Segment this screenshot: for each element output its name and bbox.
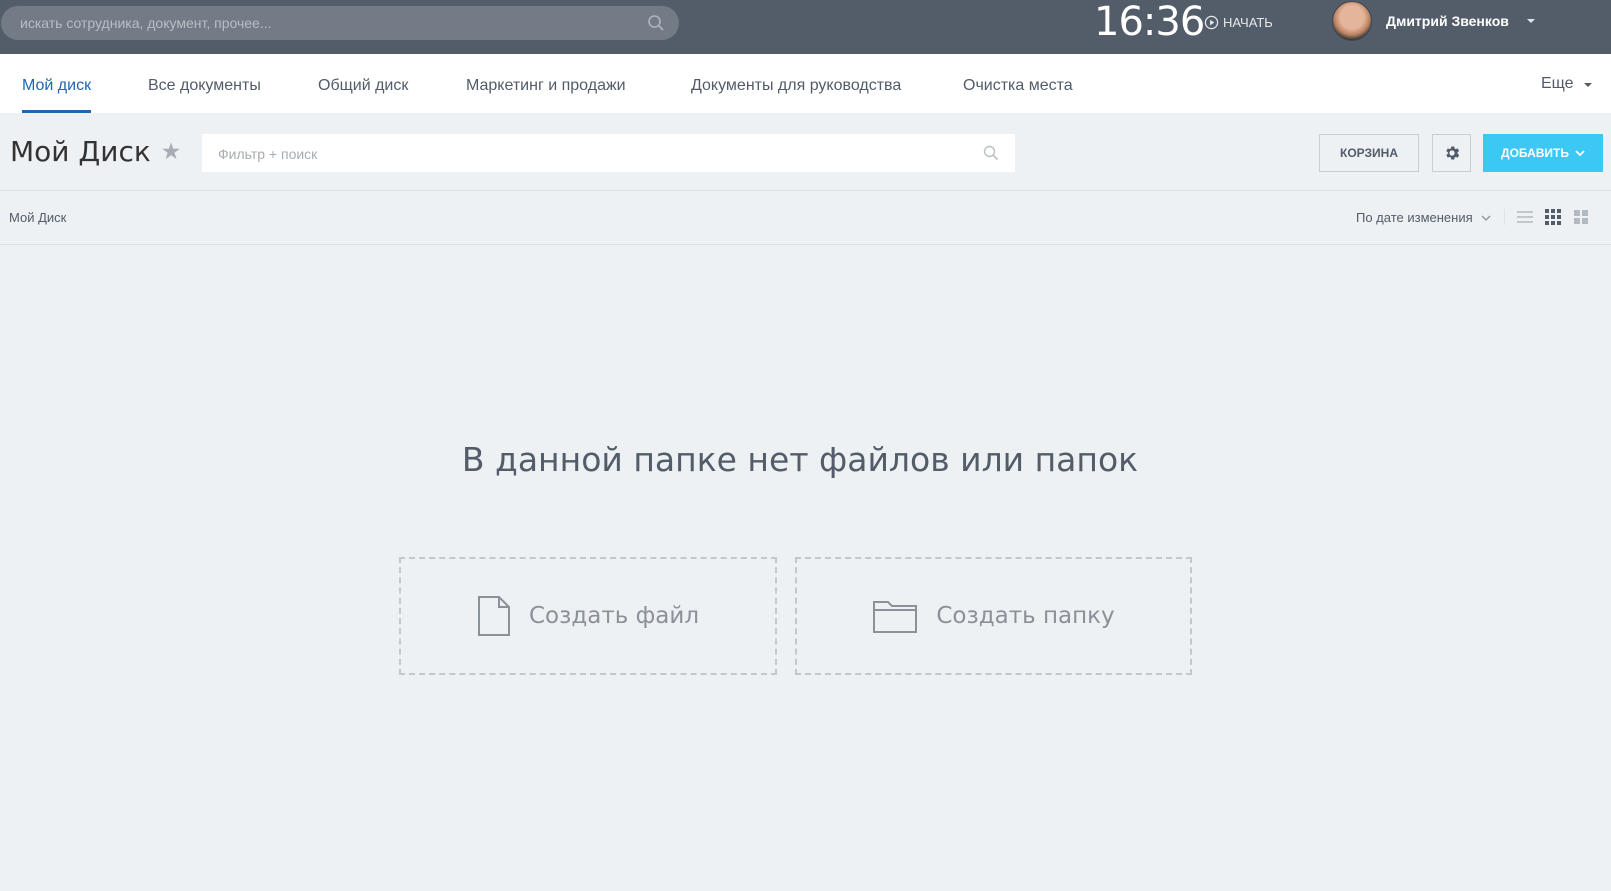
create-folder-label: Создать папку (936, 603, 1115, 629)
disk-tabs: Мой диск Все документы Общий диск Маркет… (0, 54, 1611, 113)
top-header: 16:36 НАЧАТЬ Дмитрий Звенков (0, 0, 1611, 54)
search-icon[interactable] (647, 14, 665, 32)
tab-cleanup[interactable]: Очистка места (963, 54, 1073, 113)
empty-folder-message: В данной папке нет файлов или папок (461, 440, 1139, 479)
tab-all-documents[interactable]: Все документы (148, 54, 261, 113)
chevron-down-icon (1481, 215, 1491, 221)
chevron-down-icon (1575, 150, 1585, 157)
create-file-label: Создать файл (528, 603, 700, 629)
user-menu[interactable]: Дмитрий Звенков (1332, 1, 1535, 41)
user-name[interactable]: Дмитрий Звенков (1386, 13, 1509, 29)
tile-view-icon[interactable] (1573, 209, 1589, 225)
tab-my-disk[interactable]: Мой диск (22, 54, 92, 113)
global-search[interactable] (1, 6, 679, 40)
list-view-icon[interactable] (1517, 209, 1533, 225)
breadcrumb-bar: Мой Диск По дате изменения (0, 190, 1611, 245)
sort-dropdown[interactable]: По дате изменения (1356, 191, 1491, 244)
add-button[interactable]: ДОБАВИТЬ (1483, 134, 1603, 172)
caret-down-icon[interactable] (1526, 19, 1535, 23)
tab-management-documents[interactable]: Документы для руководства (691, 54, 901, 113)
start-workday-button[interactable]: НАЧАТЬ (1204, 12, 1273, 32)
star-icon[interactable]: ★ (161, 134, 182, 170)
search-icon[interactable] (983, 145, 999, 161)
grid-view-icon[interactable] (1545, 209, 1561, 225)
breadcrumb[interactable]: Мой Диск (9, 191, 66, 244)
more-label: Еще (1541, 74, 1574, 92)
add-button-label: ДОБАВИТЬ (1501, 146, 1569, 160)
create-folder-button[interactable]: Создать папку (795, 557, 1192, 675)
more-tabs-button[interactable]: Еще (1541, 54, 1592, 113)
filter-search-input[interactable] (202, 134, 980, 174)
create-file-button[interactable]: Создать файл (399, 557, 777, 675)
filter-search[interactable] (202, 134, 1015, 174)
start-workday-label: НАЧАТЬ (1223, 14, 1273, 30)
settings-button[interactable] (1432, 134, 1471, 172)
gear-icon (1445, 146, 1459, 160)
tab-shared-disk[interactable]: Общий диск (318, 54, 408, 113)
tab-marketing-sales[interactable]: Маркетинг и продажи (466, 54, 626, 113)
trash-button[interactable]: КОРЗИНА (1319, 134, 1419, 172)
file-icon (477, 596, 510, 636)
sort-label: По дате изменения (1356, 210, 1473, 225)
page-title-text: Мой Диск (10, 135, 151, 168)
page-title: Мой Диск ★ (10, 134, 181, 170)
folder-icon (873, 601, 918, 633)
caret-down-icon (1583, 82, 1592, 87)
view-switcher (1504, 209, 1589, 225)
avatar[interactable] (1332, 1, 1372, 41)
clock[interactable]: 16:36 (1094, 0, 1205, 44)
global-search-input[interactable] (1, 6, 640, 40)
play-icon (1204, 15, 1219, 29)
